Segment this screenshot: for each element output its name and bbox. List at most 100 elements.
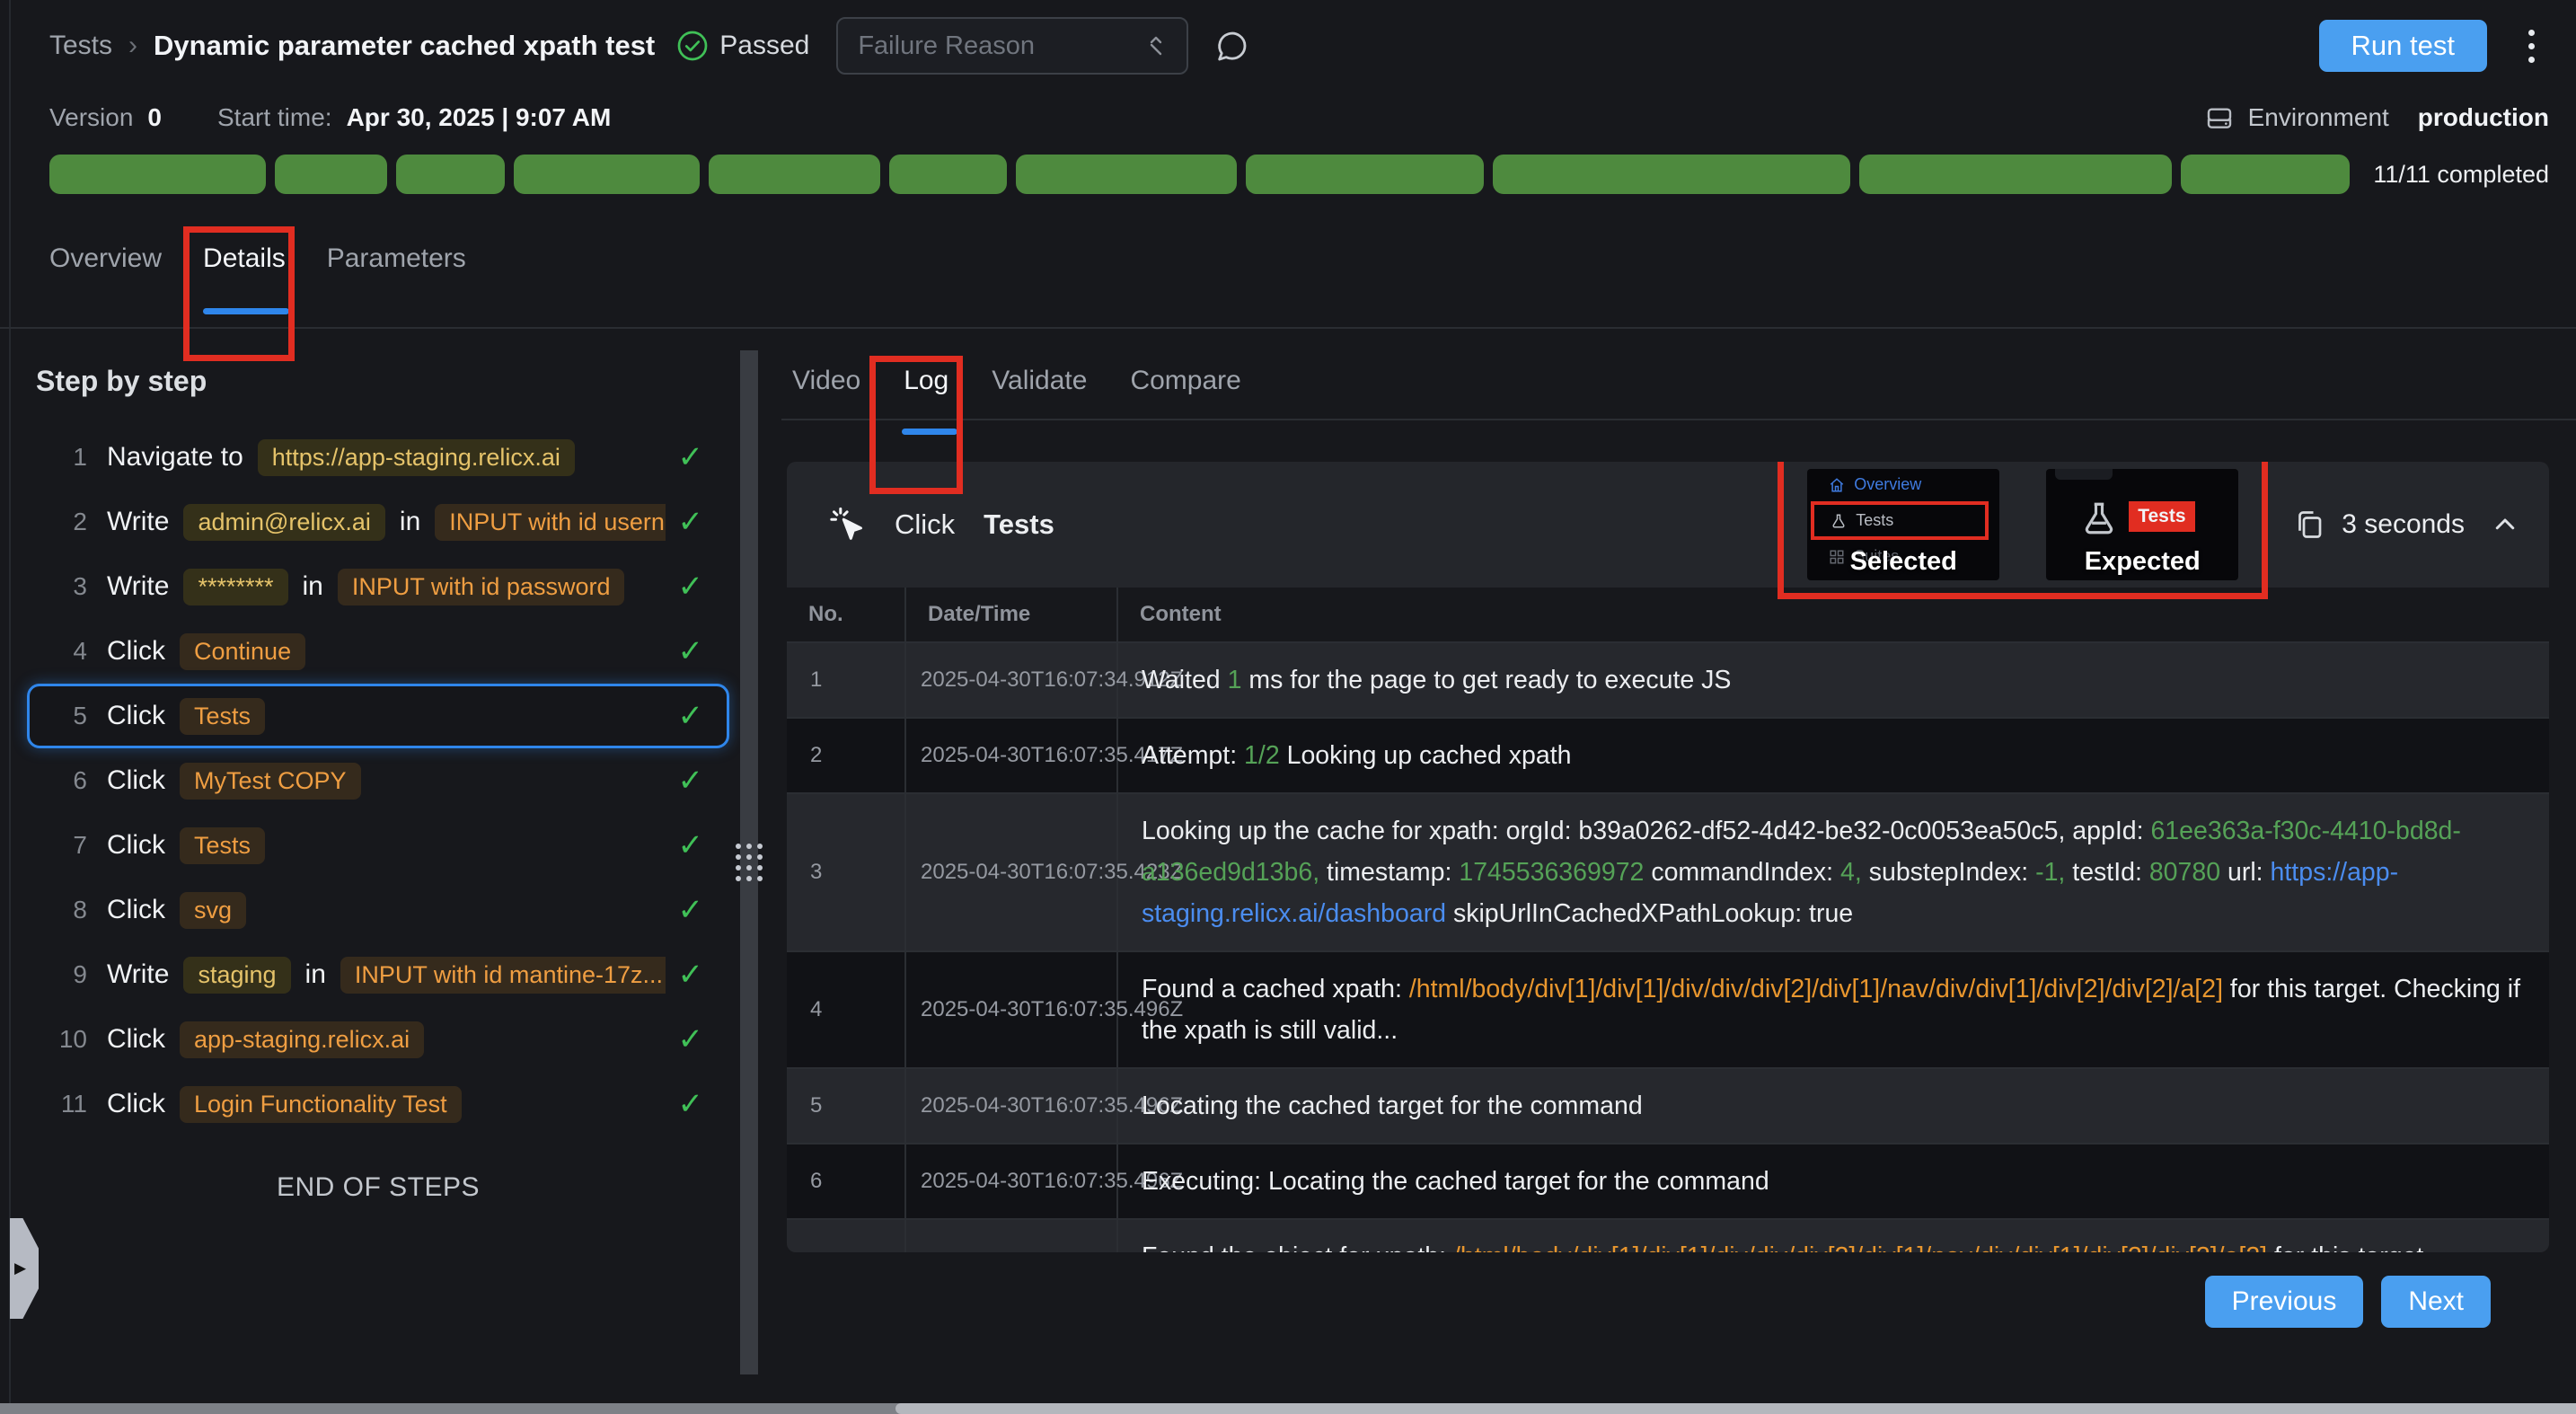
meta-row: Version 0 Start time: Apr 30, 2025 | 9:0… [0, 99, 2576, 137]
tab-parameters[interactable]: Parameters [327, 241, 466, 327]
log-header-right: Overview Tests Suites Sel [1778, 462, 2519, 599]
progress-segment-2[interactable] [275, 155, 387, 194]
progress-segment-10[interactable] [1859, 155, 2171, 194]
step-action: Navigate to [107, 442, 243, 473]
step-row-4[interactable]: 4ClickContinue✓ [27, 619, 729, 684]
check-icon: ✓ [666, 957, 704, 993]
step-action: Click [107, 701, 165, 731]
step-description: Writeadmin@relicx.aiinINPUT with id user… [107, 504, 666, 541]
tab-details[interactable]: Details [203, 241, 286, 327]
step-row-3[interactable]: 3Write********inINPUT with id password✓ [27, 554, 729, 619]
progress-label: 11/11 completed [2373, 161, 2549, 189]
steps-list: 1Navigate tohttps://app-staging.relicx.a… [27, 425, 729, 1136]
step-description: Click app-staging.relicx.ai [107, 1021, 424, 1058]
detail-tab-compare[interactable]: Compare [1130, 363, 1240, 419]
command-action: Click [895, 508, 955, 541]
detail-tab-validate[interactable]: Validate [992, 363, 1087, 419]
step-description: ClickMyTest COPY [107, 763, 361, 800]
copy-icon[interactable] [2293, 508, 2325, 541]
expected-screenshot-thumbnail[interactable]: Tests Expected [2046, 469, 2238, 580]
panel-splitter[interactable] [740, 350, 758, 1374]
step-row-6[interactable]: 6ClickMyTest COPY✓ [27, 748, 729, 813]
step-description: Clicksvg [107, 892, 246, 929]
step-row-11[interactable]: 11ClickLogin Functionality Test✓ [27, 1072, 729, 1136]
step-number: 9 [46, 960, 87, 989]
version-value: 0 [147, 103, 162, 132]
detail-tab-video[interactable]: Video [792, 363, 860, 419]
progress-segment-3[interactable] [396, 155, 505, 194]
progress-segment-7[interactable] [1016, 155, 1237, 194]
drive-icon [2205, 103, 2234, 132]
step-action: Click [107, 765, 165, 796]
log-row-content: Waited 1 ms for the page to get ready to… [1117, 642, 2549, 718]
check-icon: ✓ [666, 763, 704, 799]
detail-tabs: Video Log Validate Compare [781, 363, 2576, 420]
step-row-5[interactable]: 5ClickTests✓ [27, 684, 729, 748]
failure-reason-select[interactable]: Failure Reason [836, 17, 1188, 75]
step-row-2[interactable]: 2 Writeadmin@relicx.aiinINPUT with id use… [27, 490, 729, 554]
step-row-8[interactable]: 8Clicksvg✓ [27, 878, 729, 942]
log-row-timestamp: 2025-04-30T16:07:35.496Z [905, 1144, 1117, 1219]
check-circle-icon [676, 30, 709, 62]
horizontal-scrollbar-thumb[interactable] [895, 1403, 2576, 1414]
step-target-chip: Login Functionality Test [180, 1086, 462, 1123]
log-row-number: 7 [787, 1219, 905, 1252]
step-number: 10 [46, 1025, 87, 1054]
log-row-7: 72025-04-30T16:07:35.753ZFound the objec… [787, 1219, 2549, 1252]
tab-overview[interactable]: Overview [49, 241, 162, 327]
command-target: Tests [984, 508, 1054, 541]
step-target-chip: Tests [180, 827, 265, 864]
main-tabs: Overview Details Parameters [0, 241, 2576, 329]
log-row-number: 5 [787, 1068, 905, 1144]
step-row-1[interactable]: 1Navigate tohttps://app-staging.relicx.a… [27, 425, 729, 490]
step-description: WritestaginginINPUT with id mantine-17z.… [107, 957, 666, 994]
kebab-menu-icon[interactable] [2523, 24, 2540, 68]
selected-screenshot-thumbnail[interactable]: Overview Tests Suites Sel [1807, 469, 1999, 580]
run-test-button[interactable]: Run test [2319, 20, 2487, 72]
step-value-chip: ******** [183, 569, 287, 605]
steps-heading: Step by step [36, 365, 729, 398]
log-row-timestamp: 2025-04-30T16:07:35.753Z [905, 1219, 1117, 1252]
progress-segment-4[interactable] [514, 155, 700, 194]
detail-tab-log[interactable]: Log [904, 363, 948, 419]
comment-icon[interactable] [1213, 28, 1249, 64]
log-row-timestamp: 2025-04-30T16:07:35.496Z [905, 951, 1117, 1068]
step-action: Write [107, 959, 169, 990]
progress-segment-9[interactable] [1493, 155, 1850, 194]
log-row-content: Looking up the cache for xpath: orgId: b… [1117, 793, 2549, 951]
step-target-chip: Tests [180, 698, 265, 735]
step-action: Click [107, 830, 165, 861]
main-area: Step by step 1Navigate tohttps://app-sta… [0, 350, 2576, 1374]
step-description: Click Tests [107, 698, 265, 735]
check-icon: ✓ [666, 504, 704, 540]
breadcrumb[interactable]: Tests [49, 31, 112, 61]
step-action: Click [107, 1024, 165, 1055]
log-row-content: Found a cached xpath: /html/body/div[1]/… [1117, 951, 2549, 1068]
top-bar: Tests › Dynamic parameter cached xpath t… [0, 0, 2576, 75]
step-action: in [303, 571, 323, 602]
step-target-chip: app-staging.relicx.ai [180, 1021, 424, 1058]
select-chevrons-icon [1145, 31, 1167, 60]
step-row-7[interactable]: 7ClickTests✓ [27, 813, 729, 878]
col-header-no: No. [787, 588, 905, 642]
detail-panel: Video Log Validate Compare Click Tests [781, 350, 2576, 1328]
chevron-up-icon[interactable] [2492, 511, 2519, 538]
progress-segment-11[interactable] [2181, 155, 2351, 194]
step-number: 2 [46, 508, 87, 536]
step-description: ClickLogin Functionality Test [107, 1086, 462, 1123]
next-button[interactable]: Next [2381, 1276, 2491, 1328]
progress-segment-1[interactable] [49, 155, 266, 194]
progress-segment-6[interactable] [889, 155, 1007, 194]
progress-segment-5[interactable] [709, 155, 880, 194]
log-row-timestamp: 2025-04-30T16:07:35.496Z [905, 1068, 1117, 1144]
step-description: Navigate tohttps://app-staging.relicx.ai [107, 439, 575, 476]
flask-icon [1831, 513, 1847, 529]
log-row-number: 2 [787, 718, 905, 793]
log-row-6: 62025-04-30T16:07:35.496ZExecuting: Loca… [787, 1144, 2549, 1219]
log-table: No. Date/Time Content 12025-04-30T16:07:… [787, 588, 2549, 1252]
progress-segment-8[interactable] [1246, 155, 1485, 194]
previous-button[interactable]: Previous [2205, 1276, 2364, 1328]
step-row-9[interactable]: 9WritestaginginINPUT with id mantine-17z… [27, 942, 729, 1007]
step-value-chip: staging [183, 957, 290, 994]
step-row-10[interactable]: 10Clickapp-staging.relicx.ai✓ [27, 1007, 729, 1072]
